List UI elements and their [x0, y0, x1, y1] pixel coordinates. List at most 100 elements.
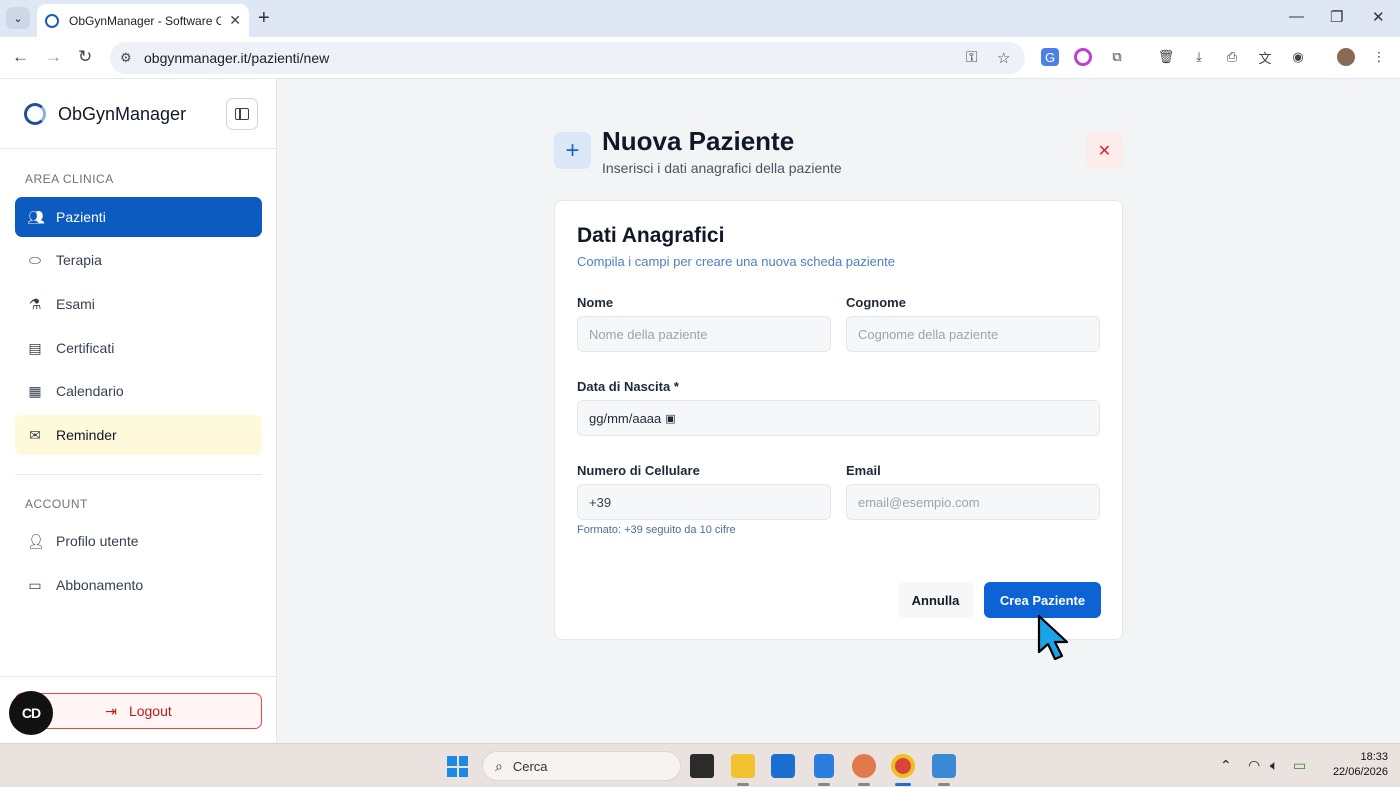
sidebar-footer-divider — [0, 676, 276, 677]
battery-icon[interactable]: ▭ — [1293, 757, 1306, 774]
translate-icon[interactable]: 文 — [1256, 48, 1274, 66]
sidebar-item-label: Profilo utente — [56, 533, 139, 549]
browser-toolbar: ← → ↻ ⚙ obgynmanager.it/pazienti/new ⚿ ☆… — [0, 37, 1400, 79]
chevron-down-icon: ⌄ — [13, 12, 23, 25]
browser-tab[interactable]: ObGynManager - Software Ges ✕ — [37, 4, 249, 37]
minimize-icon[interactable]: — — [1289, 8, 1304, 25]
photos-icon[interactable] — [932, 754, 956, 778]
site-info-icon[interactable]: ⚙ — [120, 50, 132, 66]
chrome-icon[interactable] — [891, 754, 915, 778]
nascita-label: Data di Nascita * — [577, 379, 679, 394]
tab-title: ObGynManager - Software Ges — [69, 13, 221, 28]
task-view-icon[interactable] — [690, 754, 714, 778]
tray-chevron-icon[interactable]: ⌃ — [1220, 757, 1232, 774]
claude-app-icon[interactable] — [852, 754, 876, 778]
clock-date: 22/06/2026 — [1332, 766, 1388, 778]
tab-list-button[interactable]: ⌄ — [6, 7, 30, 29]
address-bar[interactable]: ⚙ obgynmanager.it/pazienti/new ⚿ ☆ — [110, 42, 1025, 74]
cc-logo-icon: CD — [21, 705, 41, 721]
windows-taskbar: ⌕ Cerca ⌃ ◠ 🔈︎ ▭ 18:33 22/06/2026 — [0, 743, 1400, 787]
pill-icon: ⬭ — [29, 251, 41, 268]
sidebar-item-label: Calendario — [56, 383, 124, 399]
nascita-date-input[interactable]: gg/mm/aaaa ▣ — [577, 400, 1100, 436]
windows-start-icon[interactable] — [447, 756, 468, 777]
flask-icon: ⚗ — [28, 295, 42, 312]
calendar-picker-icon[interactable]: ▣ — [665, 412, 675, 425]
running-indicator — [938, 783, 950, 786]
close-button[interactable]: ✕ — [1086, 132, 1123, 169]
sidebar-item-calendario[interactable]: ▦ Calendario — [15, 371, 262, 411]
sidebar-toggle-button[interactable] — [226, 98, 258, 130]
translate-extension-icon[interactable]: G — [1041, 48, 1059, 66]
sidebar-item-label: Abbonamento — [56, 577, 144, 593]
sidebar-item-certificati[interactable]: ▤ Certificati — [15, 328, 262, 368]
back-icon[interactable]: ← — [12, 47, 29, 67]
form-subtitle: Compila i campi per creare una nuova sch… — [577, 254, 895, 269]
credit-card-icon: ▭ — [28, 576, 42, 593]
create-patient-button[interactable]: Crea Paziente — [984, 582, 1101, 618]
email-label: Email — [846, 463, 881, 478]
cognome-input[interactable]: Cognome della paziente — [846, 316, 1100, 352]
app-name: ObGynManager — [58, 104, 187, 124]
volume-icon[interactable]: 🔈︎ — [1270, 757, 1278, 774]
restore-icon[interactable]: ❐ — [1330, 8, 1343, 26]
screenshot-icon[interactable]: ◉ — [1289, 48, 1307, 66]
sidebar-item-label: Terapia — [56, 252, 102, 268]
notepad-icon[interactable] — [814, 754, 834, 778]
menu-kebab-icon[interactable]: ⋮ — [1370, 48, 1388, 66]
download-icon[interactable]: ⤓ — [1190, 48, 1208, 66]
nascita-value: gg/mm/aaaa — [589, 410, 662, 426]
taskbar-search[interactable]: ⌕ Cerca — [482, 751, 681, 781]
wifi-icon[interactable]: ◠ — [1248, 757, 1260, 774]
trash-icon[interactable]: 🗑 — [1157, 48, 1175, 66]
browser-tab-bar: ⌄ ObGynManager - Software Ges ✕ + — ❐ ✕ — [0, 0, 1400, 37]
sidebar-item-label: Esami — [56, 296, 95, 312]
nome-input[interactable]: Nome della paziente — [577, 316, 831, 352]
extensions-puzzle-icon[interactable]: ⧉ — [1108, 48, 1126, 66]
cellulare-hint: Formato: +39 seguito da 10 cifre — [577, 524, 736, 536]
panel-left-icon — [235, 108, 249, 120]
system-clock[interactable]: 18:33 22/06/2026 — [1318, 750, 1388, 780]
cancel-button[interactable]: Annulla — [898, 582, 973, 618]
sidebar-item-reminder[interactable]: ✉ Reminder — [15, 415, 262, 455]
calendar-icon: ▦ — [28, 382, 42, 399]
email-input[interactable]: email@esempio.com — [846, 484, 1100, 520]
active-indicator — [895, 783, 911, 786]
sidebar-item-label: Reminder — [56, 427, 117, 443]
cellulare-input[interactable]: +39 — [577, 484, 831, 520]
store-icon[interactable] — [771, 754, 795, 778]
section-label-clinic: AREA CLINICA — [25, 172, 114, 186]
profile-avatar[interactable] — [1337, 48, 1355, 66]
accessibility-badge[interactable]: CD — [9, 691, 53, 735]
section-label-account: ACCOUNT — [25, 497, 88, 511]
sidebar-item-pazienti[interactable]: 👥︎ Pazienti — [15, 197, 262, 237]
reload-icon[interactable]: ↻ — [78, 47, 92, 67]
cellulare-label: Numero di Cellulare — [577, 463, 700, 478]
sidebar-item-profilo[interactable]: 👤︎ Profilo utente — [15, 521, 262, 561]
bookmark-star-icon[interactable]: ☆ — [997, 49, 1010, 67]
print-icon[interactable]: ⎙ — [1223, 48, 1241, 66]
sidebar-brand: ObGynManager — [0, 79, 276, 149]
site-favicon-icon — [45, 13, 59, 28]
close-icon: ✕ — [1097, 142, 1112, 160]
forward-icon[interactable]: → — [45, 47, 62, 67]
password-key-icon[interactable]: ⚿ — [966, 49, 977, 66]
clock-time: 18:33 — [1360, 751, 1388, 763]
logout-label: Logout — [128, 703, 172, 719]
sidebar-item-label: Certificati — [56, 340, 115, 356]
file-explorer-icon[interactable] — [731, 754, 755, 778]
cognome-label: Cognome — [846, 295, 906, 310]
close-tab-icon[interactable]: ✕ — [229, 12, 241, 29]
sidebar-item-abbonamento[interactable]: ▭ Abbonamento — [15, 565, 262, 605]
color-extension-icon[interactable] — [1074, 48, 1092, 66]
sidebar: ObGynManager AREA CLINICA 👥︎ Pazienti ⬭ … — [0, 79, 277, 743]
close-window-icon[interactable]: ✕ — [1372, 8, 1385, 26]
running-indicator — [818, 783, 830, 786]
sidebar-item-terapia[interactable]: ⬭ Terapia — [15, 240, 262, 280]
new-tab-button[interactable]: + — [258, 7, 270, 29]
address-url: obgynmanager.it/pazienti/new — [144, 50, 330, 66]
user-icon: 👤︎ — [27, 532, 45, 549]
document-icon: ▤ — [28, 339, 42, 356]
sidebar-item-esami[interactable]: ⚗ Esami — [15, 284, 262, 324]
page-title: Nuova Paziente — [602, 126, 795, 156]
